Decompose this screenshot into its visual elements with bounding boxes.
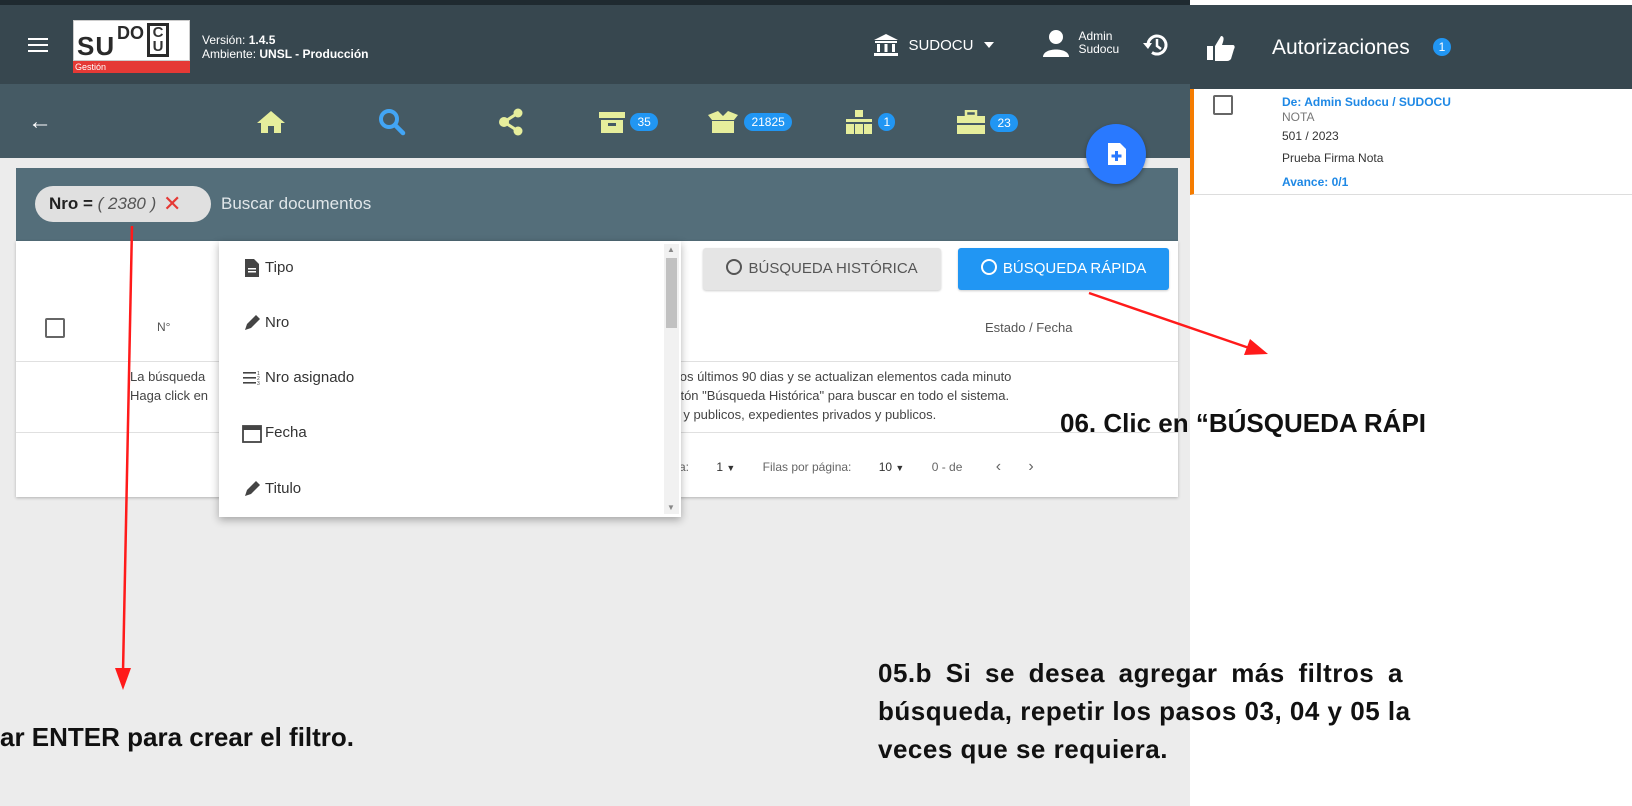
arrow-head-step-06 — [1244, 339, 1268, 355]
annotation-arrows — [115, 225, 1268, 690]
arrow-head-enter — [115, 668, 131, 690]
arrow-to-enter — [121, 225, 134, 673]
arrow-to-step-06 — [1088, 291, 1256, 352]
